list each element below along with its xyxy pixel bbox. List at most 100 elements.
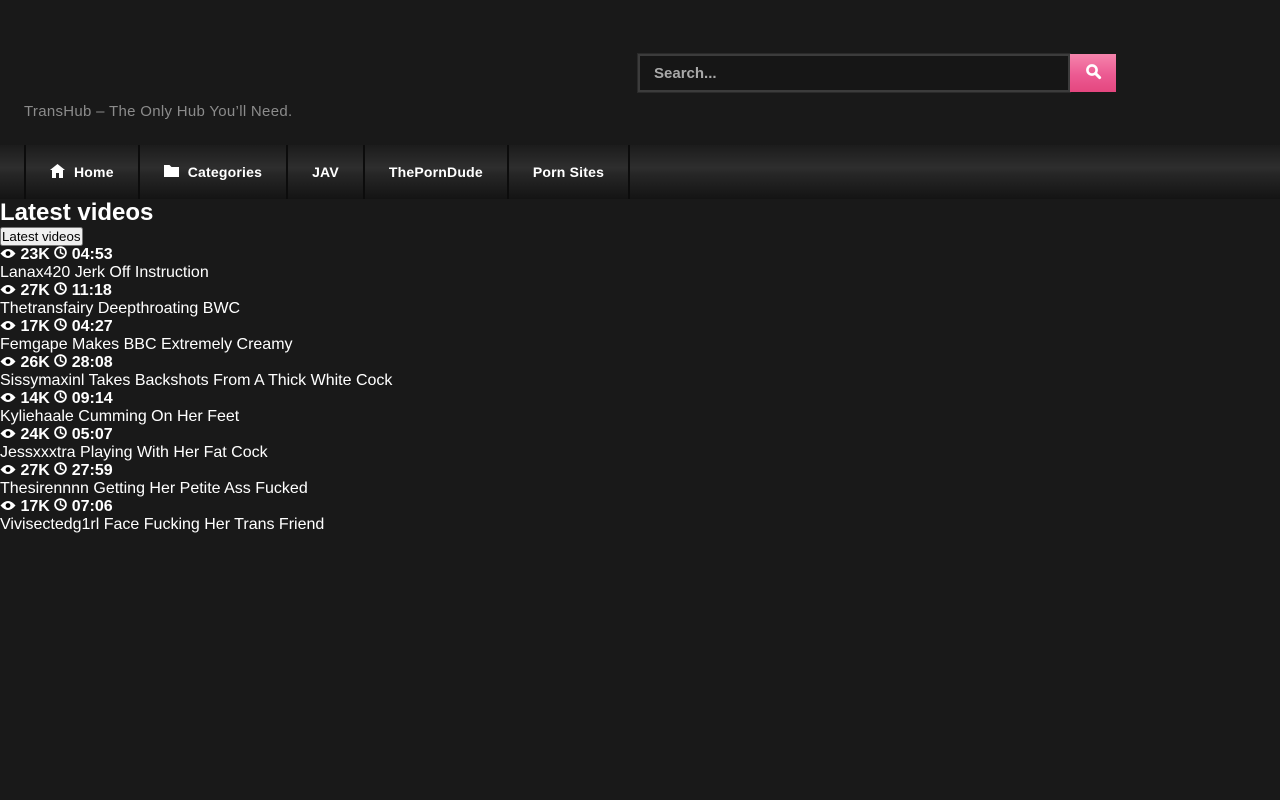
video-card[interactable]: 14K 09:14 Kyliehaale Cumming On Her Feet [0,390,1280,426]
video-title[interactable]: Jessxxxtra Playing With Her Fat Cock [0,444,1280,462]
views-count: 17K [20,318,49,335]
nav-item-porn-sites[interactable]: Porn Sites [509,145,630,199]
views-count: 17K [20,498,49,515]
views-count: 26K [20,354,49,371]
video-stats: 23K 04:53 [0,246,1280,264]
clock-icon [54,390,71,407]
video-title[interactable]: Sissymaxinl Takes Backshots From A Thick… [0,372,1280,390]
views-stat: 26K [0,354,54,371]
views-stat: 14K [0,390,54,407]
nav-item-jav[interactable]: JAV [288,145,365,199]
video-stats: 14K 09:14 [0,390,1280,408]
video-thumbnail[interactable]: 23K 04:53 [0,246,1280,264]
search-button[interactable] [1070,54,1116,92]
duration-stat: 11:18 [54,282,112,299]
duration: 05:07 [72,426,113,443]
video-card[interactable]: 17K 07:06 Vivisectedg1rl Face Fucking He… [0,498,1280,534]
duration-stat: 09:14 [54,390,112,407]
views-count: 23K [20,246,49,263]
video-thumbnail[interactable]: 14K 09:14 [0,390,1280,408]
eye-icon [0,498,20,515]
video-card[interactable]: 23K 04:53 Lanax420 Jerk Off Instruction [0,246,1280,282]
views-count: 24K [20,426,49,443]
views-count: 27K [20,282,49,299]
views-stat: 23K [0,246,54,263]
video-stats: 24K 05:07 [0,426,1280,444]
section-title: Latest videos [0,199,1280,227]
sort-dropdown[interactable]: Latest videos [0,227,83,246]
eye-icon [0,426,20,443]
video-card[interactable]: 24K 05:07 Jessxxxtra Playing With Her Fa… [0,426,1280,462]
video-card[interactable]: 27K 27:59 Thesirennnn Getting Her Petite… [0,462,1280,498]
video-card[interactable]: 17K 04:27 Femgape Makes BBC Extremely Cr… [0,318,1280,354]
nav-item-label: Porn Sites [533,164,604,180]
video-card[interactable]: 27K 11:18 Thetransfairy Deepthroating BW… [0,282,1280,318]
eye-icon [0,246,20,263]
nav-item-label: Home [74,164,114,180]
eye-icon [0,282,20,299]
duration-stat: 04:27 [54,318,112,335]
video-thumbnail[interactable]: 27K 27:59 [0,462,1280,480]
main-nav: Home Categories JAV ThePornDude Porn Sit… [0,145,1280,199]
home-icon [50,164,65,181]
video-thumbnail[interactable]: 17K 04:27 [0,318,1280,336]
eye-icon [0,318,20,335]
views-stat: 17K [0,498,54,515]
video-thumbnail[interactable]: 17K 07:06 [0,498,1280,516]
nav-item-label: ThePornDude [389,164,483,180]
video-stats: 27K 27:59 [0,462,1280,480]
duration-stat: 28:08 [54,354,112,371]
clock-icon [54,354,71,371]
video-stats: 26K 28:08 [0,354,1280,372]
duration-stat: 27:59 [54,462,112,479]
video-title[interactable]: Femgape Makes BBC Extremely Creamy [0,336,1280,354]
views-stat: 27K [0,282,54,299]
clock-icon [54,246,71,263]
views-stat: 24K [0,426,54,443]
video-card[interactable]: 26K 28:08 Sissymaxinl Takes Backshots Fr… [0,354,1280,390]
search-input[interactable] [638,54,1070,92]
views-stat: 27K [0,462,54,479]
nav-item-label: Categories [188,164,262,180]
video-stats: 17K 04:27 [0,318,1280,336]
views-count: 27K [20,462,49,479]
section-header: Latest videos Latest videos [0,199,1280,246]
video-title[interactable]: Vivisectedg1rl Face Fucking Her Trans Fr… [0,516,1280,534]
duration: 28:08 [72,354,113,371]
duration-stat: 07:06 [54,498,112,515]
clock-icon [54,498,71,515]
nav-item-home[interactable]: Home [24,145,140,199]
eye-icon [0,462,20,479]
search-bar [638,54,1116,92]
clock-icon [54,318,71,335]
eye-icon [0,390,20,407]
video-stats: 17K 07:06 [0,498,1280,516]
nav-item-categories[interactable]: Categories [140,145,288,199]
video-title[interactable]: Lanax420 Jerk Off Instruction [0,264,1280,282]
duration: 04:53 [72,246,113,263]
video-title[interactable]: Thetransfairy Deepthroating BWC [0,300,1280,318]
sort-dropdown-label: Latest videos [2,229,81,244]
clock-icon [54,462,71,479]
video-title[interactable]: Kyliehaale Cumming On Her Feet [0,408,1280,426]
clock-icon [54,426,71,443]
site-tagline: TransHub – The Only Hub You’ll Need. [24,103,292,120]
duration-stat: 04:53 [54,246,112,263]
duration-stat: 05:07 [54,426,112,443]
views-stat: 17K [0,318,54,335]
nav-item-theporndude[interactable]: ThePornDude [365,145,509,199]
site-header: TransHub – The Only Hub You’ll Need. [0,0,1280,145]
duration: 07:06 [72,498,113,515]
video-thumbnail[interactable]: 26K 28:08 [0,354,1280,372]
main-content: Latest videos Latest videos 23K [0,199,1280,534]
search-icon [1085,63,1102,83]
video-title[interactable]: Thesirennnn Getting Her Petite Ass Fucke… [0,480,1280,498]
video-thumbnail[interactable]: 24K 05:07 [0,426,1280,444]
duration: 11:18 [72,282,112,299]
duration: 04:27 [72,318,113,335]
eye-icon [0,354,20,371]
clock-icon [54,282,71,299]
video-grid: 23K 04:53 Lanax420 Jerk Off Instruction [0,246,1280,534]
video-thumbnail[interactable]: 27K 11:18 [0,282,1280,300]
nav-item-label: JAV [312,164,339,180]
